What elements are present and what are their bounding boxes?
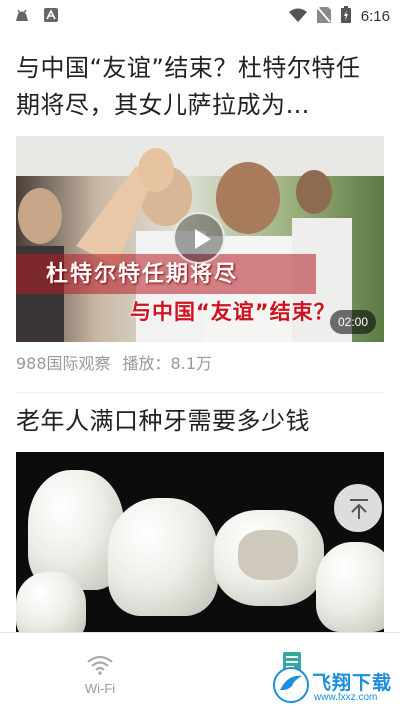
watermark-url: www.fxxz.com xyxy=(314,692,378,703)
article-title[interactable]: 与中国“友谊”结束？杜特尔特任期将尽，其女儿萨拉成为… xyxy=(16,50,384,126)
video-thumbnail[interactable]: 杜特尔特任期将尽 与中国“友谊”结束？ 02:00 xyxy=(16,136,384,342)
article-thumbnail[interactable] xyxy=(16,452,384,632)
battery-charging-icon xyxy=(340,6,351,27)
video-duration: 02:00 xyxy=(329,310,376,334)
wifi-signal-icon xyxy=(288,7,307,26)
article-meta: 988国际观察 播放：8.1万 xyxy=(16,350,212,374)
tab-wifi[interactable]: Wi-Fi xyxy=(0,633,200,712)
tooth-crown-image xyxy=(16,572,86,632)
notification-app-icon xyxy=(44,7,58,26)
tooth-crown-image xyxy=(108,498,218,616)
video-caption-line2: 与中国“友谊”结束？ xyxy=(130,300,336,324)
notification-android-icon xyxy=(14,7,30,26)
wifi-icon xyxy=(87,655,113,675)
tab-wifi-label: Wi-Fi xyxy=(84,681,116,696)
play-count: 播放：8.1万 xyxy=(122,354,212,373)
watermark-bird-icon xyxy=(273,667,309,703)
no-sim-icon xyxy=(316,6,331,27)
status-bar: 6:16 xyxy=(0,0,400,30)
status-time: 6:16 xyxy=(360,8,390,25)
tooth-crown-image xyxy=(316,542,384,632)
scroll-to-top-button[interactable] xyxy=(334,484,382,532)
arrow-up-icon xyxy=(350,499,368,519)
play-icon[interactable] xyxy=(173,212,225,264)
article-source[interactable]: 988国际观察 xyxy=(16,350,111,374)
divider xyxy=(16,392,384,393)
watermark-text: 飞翔下载 xyxy=(312,672,393,694)
tooth-crown-hollow xyxy=(238,530,298,580)
article-title[interactable]: 老年人满口种牙需要多少钱 xyxy=(16,403,384,440)
watermark-logo: 飞翔下载 www.fxxz.com xyxy=(272,662,394,708)
